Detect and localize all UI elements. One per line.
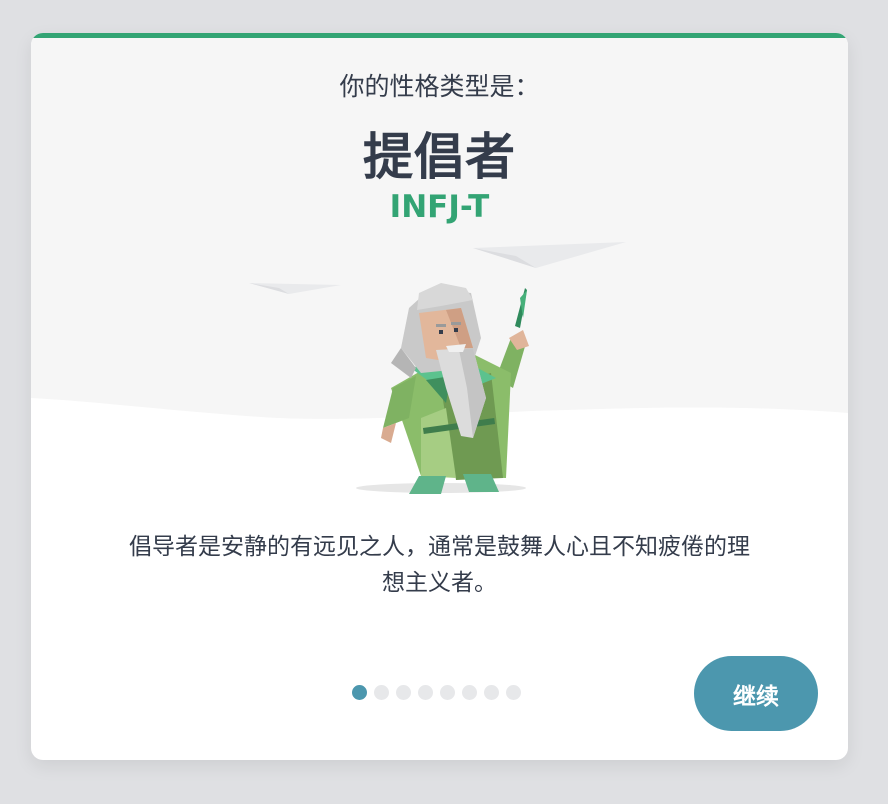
continue-button[interactable]: 继续 (694, 656, 818, 731)
advocate-sage-illustration (249, 242, 626, 494)
progress-dots (352, 685, 521, 700)
pager-dot-2 (374, 685, 389, 700)
intro-text: 你的性格类型是： (339, 72, 540, 101)
personality-type-name: 提倡者 (363, 128, 516, 186)
result-card: 你的性格类型是： 提倡者 INFJ-T 倡导者是安静的有远见之人，通常是鼓舞人心… (31, 33, 848, 760)
type-description: 倡导者是安静的有远见之人，通常是鼓舞人心且不知疲倦的理想主义者。 (129, 534, 750, 596)
pager-dot-5 (440, 685, 455, 700)
pager-dot-4 (418, 685, 433, 700)
pager-dot-3 (396, 685, 411, 700)
pager-dot-8 (506, 685, 521, 700)
pager-dot-1 (352, 685, 367, 700)
personality-type-code: INFJ-T (389, 189, 490, 225)
pager-dot-6 (462, 685, 477, 700)
pager-dot-7 (484, 685, 499, 700)
